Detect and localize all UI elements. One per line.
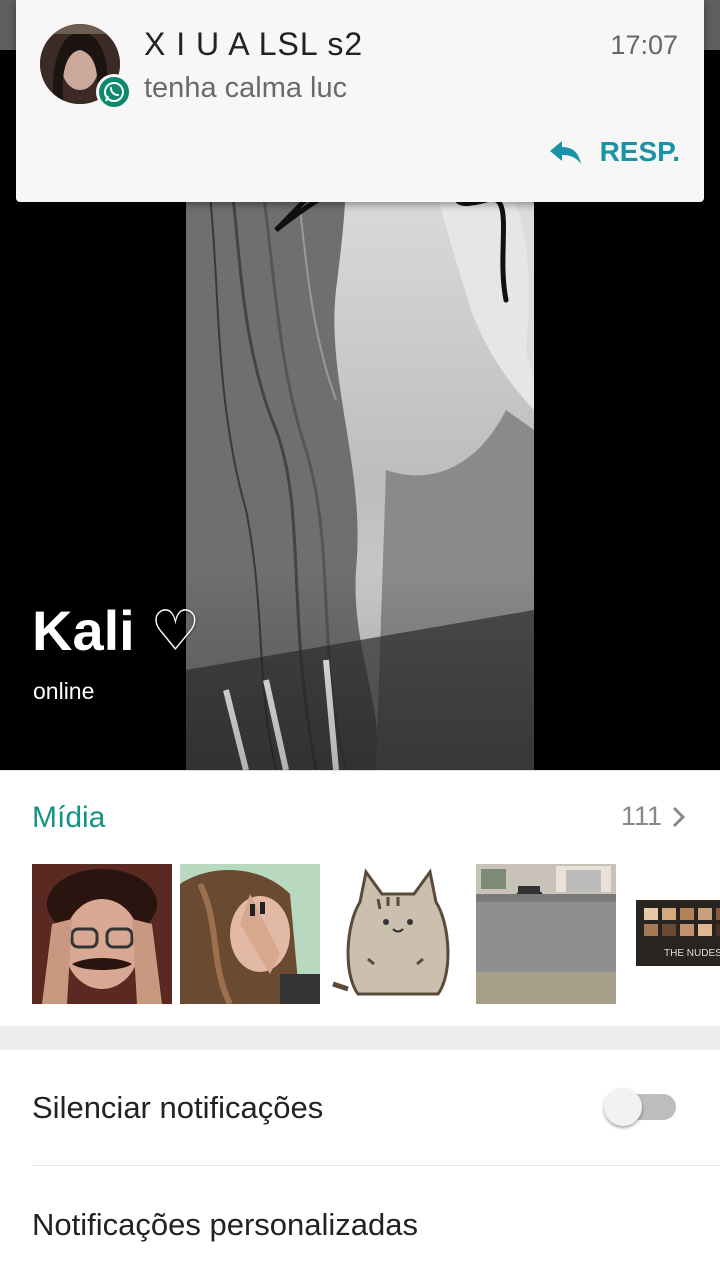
palette-label: THE NUDES <box>664 948 720 959</box>
section-divider <box>0 1026 720 1050</box>
custom-notifications-label: Notificações personalizadas <box>32 1207 418 1242</box>
mute-notifications-row[interactable]: Silenciar notificações <box>32 1050 720 1166</box>
media-thumb-5[interactable]: THE NUDES <box>624 864 720 1004</box>
media-thumb-4[interactable] <box>476 864 616 1004</box>
notification-sender: X I U A LSL s2 <box>144 26 364 62</box>
media-thumb-2[interactable] <box>180 864 320 1004</box>
reply-label: RESP. <box>599 136 680 167</box>
reply-icon <box>549 141 581 164</box>
mute-toggle[interactable] <box>604 1088 676 1126</box>
mute-notifications-label: Silenciar notificações <box>32 1089 324 1125</box>
contact-info-screen: Kali ♡ online X I U A LSL s2 17:07 tenha… <box>0 0 720 1280</box>
media-thumbnails: THE NUDES <box>32 864 720 1004</box>
notification-message: tenha calma luc <box>144 72 348 104</box>
media-thumb-1[interactable] <box>32 864 172 1004</box>
contact-status: online <box>33 678 95 704</box>
media-count: 111 <box>620 801 662 831</box>
reply-button[interactable]: RESP. <box>548 136 680 168</box>
toggle-knob <box>604 1088 642 1126</box>
settings-list: Silenciar notificações Notificações pers… <box>0 1050 720 1280</box>
chevron-right-icon <box>672 806 686 827</box>
whatsapp-icon <box>96 74 132 110</box>
notification-time: 17:07 <box>610 30 678 60</box>
media-section: Mídia 111 THE NUDES <box>0 770 720 1026</box>
message-notification[interactable]: X I U A LSL s2 17:07 tenha calma luc RES… <box>16 0 704 202</box>
media-thumb-3[interactable] <box>328 864 468 1004</box>
custom-notifications-row[interactable]: Notificações personalizadas <box>32 1167 720 1280</box>
media-count-link[interactable]: 111 <box>621 801 686 832</box>
media-title: Mídia <box>32 801 106 834</box>
contact-name: Kali ♡ <box>32 599 201 662</box>
